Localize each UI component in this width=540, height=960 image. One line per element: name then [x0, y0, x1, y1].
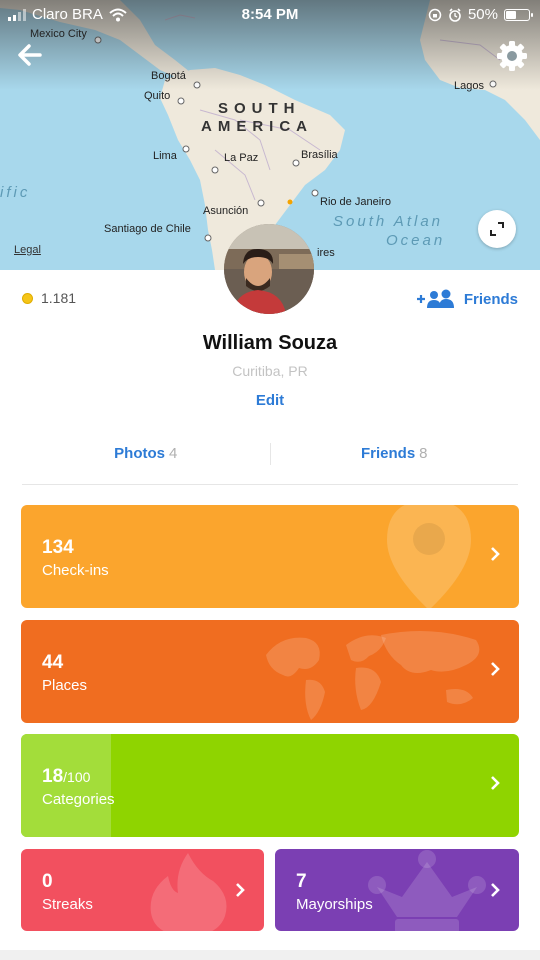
tab-friends-label: Friends [360, 445, 416, 462]
gear-icon [497, 41, 527, 71]
add-friends-icon [416, 289, 454, 308]
map-label-santiago: Santiago de Chile [104, 223, 191, 235]
tab-friends[interactable]: Friends 8 [271, 434, 519, 484]
checkins-count: 134 [42, 537, 74, 558]
chevron-right-icon [491, 776, 500, 790]
map-label-bogota: Bogotá [151, 70, 186, 82]
map-label-south: SOUTH [218, 100, 301, 117]
mayorships-count: 7 [296, 871, 307, 892]
map-label-asuncion: Asunción [203, 205, 249, 217]
coin-count: 1.181 [41, 290, 77, 306]
tab-friends-count: 8 [419, 445, 428, 462]
checkins-label: Check-ins [42, 562, 109, 579]
categories-card[interactable]: 18/100 Categories [21, 734, 519, 837]
mayorships-card[interactable]: 7 Mayorships [275, 849, 519, 931]
expand-map-button[interactable] [478, 210, 516, 248]
map-label-brasilia: Brasília [301, 149, 338, 161]
map-label-lima: Lima [153, 150, 177, 162]
profile-name: William Souza [202, 332, 338, 354]
map-label-la-paz: La Paz [224, 152, 259, 164]
back-button[interactable] [12, 38, 48, 74]
edit-label: Edit [255, 392, 285, 409]
tab-photos-count: 4 [169, 445, 178, 462]
chevron-right-icon [491, 883, 500, 897]
bottom-strip [0, 950, 540, 960]
categories-label: Categories [42, 791, 115, 808]
avatar[interactable] [224, 224, 314, 314]
streaks-count: 0 [42, 871, 53, 892]
map-label-pacific: ific [0, 184, 31, 201]
categories-value: 18 [42, 766, 64, 787]
map-label-quito: Quito [144, 90, 171, 102]
profile-location: Curitiba, PR [232, 363, 308, 379]
chevron-right-icon [491, 662, 500, 676]
map-label-buenos-aires: ires [317, 247, 335, 259]
chevron-right-icon [491, 547, 500, 561]
coin-balance: 1.181 [22, 290, 76, 306]
back-arrow-icon [18, 44, 42, 66]
alarm-icon [449, 7, 461, 22]
battery-percent: 50% [467, 6, 498, 23]
places-label: Places [42, 677, 88, 694]
chevron-right-icon [236, 883, 245, 897]
streaks-label: Streaks [42, 896, 93, 913]
map-label-america: AMERICA [201, 118, 313, 135]
settings-button[interactable] [494, 38, 530, 74]
tab-photos[interactable]: Photos 4 [22, 434, 270, 484]
map-label-lagos: Lagos [454, 80, 484, 92]
mayorships-label: Mayorships [296, 896, 373, 913]
places-count: 44 [42, 652, 64, 673]
location-pin-icon [387, 505, 471, 608]
tab-photos-label: Photos [114, 445, 165, 462]
map-label-ocean: Ocean [386, 232, 446, 249]
rotation-lock-icon [428, 8, 442, 21]
battery-icon [504, 8, 533, 21]
streaks-card[interactable]: 0 Streaks [21, 849, 264, 931]
map-legal-link[interactable]: Legal [14, 244, 41, 256]
friends-link-label: Friends [463, 290, 518, 308]
edit-profile-link[interactable]: Edit [0, 392, 540, 409]
expand-icon [490, 222, 504, 236]
add-friends-button[interactable]: Friends [416, 289, 518, 309]
world-map-icon [266, 631, 480, 720]
status-bar: Claro BRA 8:54 PM 50% [0, 0, 540, 30]
categories-count: 18/100 [42, 766, 90, 788]
checkins-card[interactable]: 134 Check-ins [21, 505, 519, 608]
flame-icon [150, 853, 227, 931]
coin-icon [22, 292, 33, 304]
map-label-rio: Rio de Janeiro [320, 196, 391, 208]
places-card[interactable]: 44 Places [21, 620, 519, 723]
map-label-south-atlantic: South Atlan [333, 213, 443, 230]
categories-total: /100 [63, 769, 91, 785]
profile-tabs: Photos 4 Friends 8 [22, 434, 518, 485]
profile-photo [224, 224, 314, 314]
crown-icon [368, 850, 486, 931]
